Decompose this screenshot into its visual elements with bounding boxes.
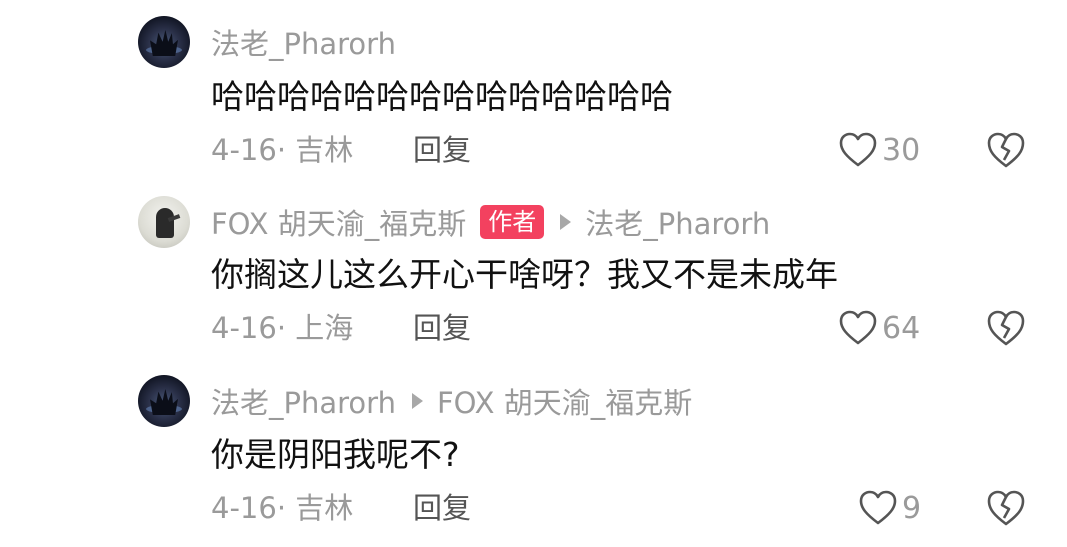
avatar-figure xyxy=(156,208,174,238)
like-button[interactable]: 9 xyxy=(858,488,921,528)
comment-text: 你是阴阳我呢不? xyxy=(211,435,460,474)
avatar[interactable] xyxy=(138,375,190,427)
avatar[interactable] xyxy=(138,196,190,248)
like-count: 64 xyxy=(882,310,921,346)
date-location: 4-16· 吉林 xyxy=(211,491,354,525)
comment-header: 法老_Pharorh FOX 胡天渝_福克斯 xyxy=(211,381,692,421)
comment-text: 你搁这儿这么开心干啥呀？我又不是未成年 xyxy=(211,255,838,294)
date-location: 4-16· 上海 xyxy=(211,311,354,345)
reply-button[interactable]: 回复 xyxy=(413,488,471,528)
like-count: 9 xyxy=(902,490,922,526)
reply-to-username[interactable]: FOX 胡天渝_福克斯 xyxy=(437,380,692,422)
heart-outline-icon xyxy=(839,310,877,345)
reply-arrow-icon xyxy=(411,393,423,409)
reply-to-username[interactable]: 法老_Pharorh xyxy=(585,201,770,243)
broken-heart-icon[interactable] xyxy=(985,488,1027,528)
reply-arrow-icon xyxy=(560,214,572,230)
heart-outline-icon xyxy=(859,490,897,525)
avatar-figure xyxy=(150,389,178,415)
username[interactable]: 法老_Pharorh xyxy=(211,380,396,422)
like-button[interactable]: 64 xyxy=(838,308,920,348)
author-badge: 作者 xyxy=(480,205,545,239)
broken-heart-icon[interactable] xyxy=(985,308,1027,348)
reply-button[interactable]: 回复 xyxy=(413,308,471,348)
comment-header: FOX 胡天渝_福克斯 作者 法老_Pharorh xyxy=(211,202,770,242)
username[interactable]: FOX 胡天渝_福克斯 xyxy=(211,201,466,243)
comment-item: 法老_Pharorh FOX 胡天渝_福克斯 你是阴阳我呢不? 4-16· 吉林… xyxy=(0,0,1067,526)
